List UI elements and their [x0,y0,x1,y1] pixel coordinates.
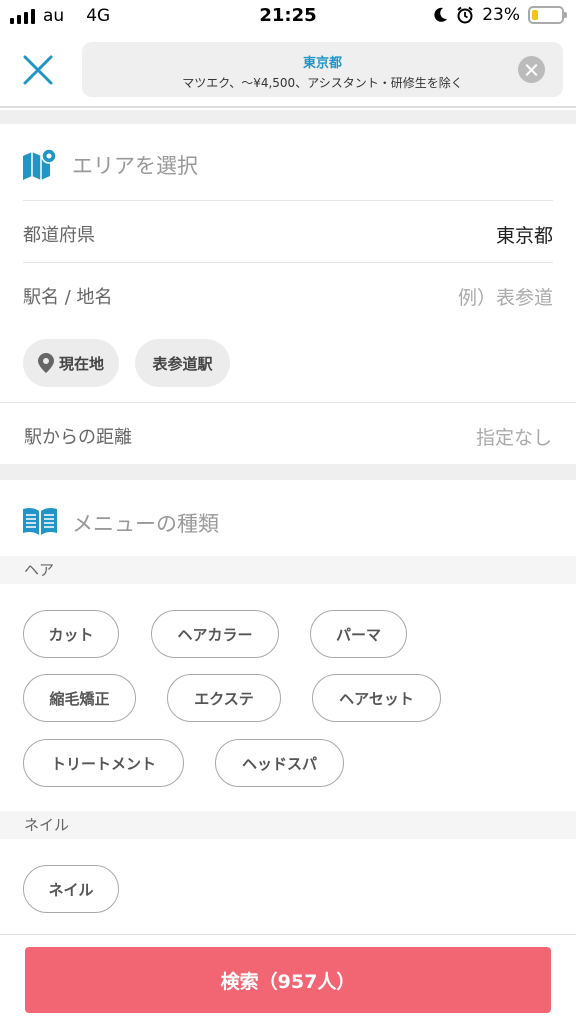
status-bar: au 4G 21:25 23% [0,0,576,32]
distance-value: 指定なし [475,427,552,449]
prefecture-row[interactable]: 都道府県 東京都 [23,200,553,262]
location-pin-icon [37,353,54,373]
area-section-header: エリアを選択 [0,124,576,200]
menu-chip-head-spa[interactable]: ヘッドスパ [215,739,344,787]
menu-chip-straightening[interactable]: 縮毛矯正 [23,674,136,722]
hair-category-label: ヘア [0,556,576,584]
current-location-label: 現在地 [58,354,104,373]
menu-chip-nail[interactable]: ネイル [23,865,119,913]
search-condition-summary[interactable]: 東京都 マツエク、〜¥4,500、アシスタント・研修生を除く [82,42,563,97]
station-label: 駅名 / 地名 [23,287,113,308]
alarm-icon [457,6,473,24]
distance-row[interactable]: 駅からの距離 指定なし [0,402,576,464]
search-title: 東京都 [302,56,342,71]
station-row[interactable]: 駅名 / 地名 例）表参道 [23,262,553,324]
map-pin-icon [23,148,57,180]
menu-chip-perm[interactable]: パーマ [310,610,407,658]
section-divider [0,110,576,124]
section-divider [0,464,576,480]
search-summary: マツエク、〜¥4,500、アシスタント・研修生を除く [182,76,463,90]
station-input[interactable]: 例）表参道 [458,283,553,310]
menu-chip-hair-color[interactable]: ヘアカラー [151,610,279,658]
menu-section-title: メニューの種類 [72,512,219,536]
clear-icon[interactable] [518,56,545,83]
battery-icon [528,6,567,24]
search-header: 東京都 マツエク、〜¥4,500、アシスタント・研修生を除く [0,32,576,108]
footer: 検索（957人） [0,934,576,1024]
battery-level [532,10,539,20]
battery-percent: 23% [482,5,520,25]
menu-chip-hair-set[interactable]: ヘアセット [312,674,441,722]
omotesando-station-chip[interactable]: 表参道駅 [135,339,230,387]
menu-section-header: メニューの種類 [0,482,576,558]
omotesando-station-label: 表参道駅 [152,354,213,373]
prefecture-value: 東京都 [495,225,553,247]
area-section-title: エリアを選択 [72,154,198,178]
prefecture-label: 都道府県 [23,225,95,246]
moon-icon [434,7,448,22]
close-icon[interactable] [18,50,58,90]
search-button[interactable]: 検索（957人） [25,947,551,1013]
book-icon [23,507,57,535]
menu-chip-treatment[interactable]: トリートメント [23,739,184,787]
distance-label: 駅からの距離 [24,427,132,448]
menu-chip-extension[interactable]: エクステ [167,674,281,722]
nail-category-label: ネイル [0,811,576,839]
current-location-chip[interactable]: 現在地 [23,339,119,387]
menu-chip-cut[interactable]: カット [23,610,119,658]
